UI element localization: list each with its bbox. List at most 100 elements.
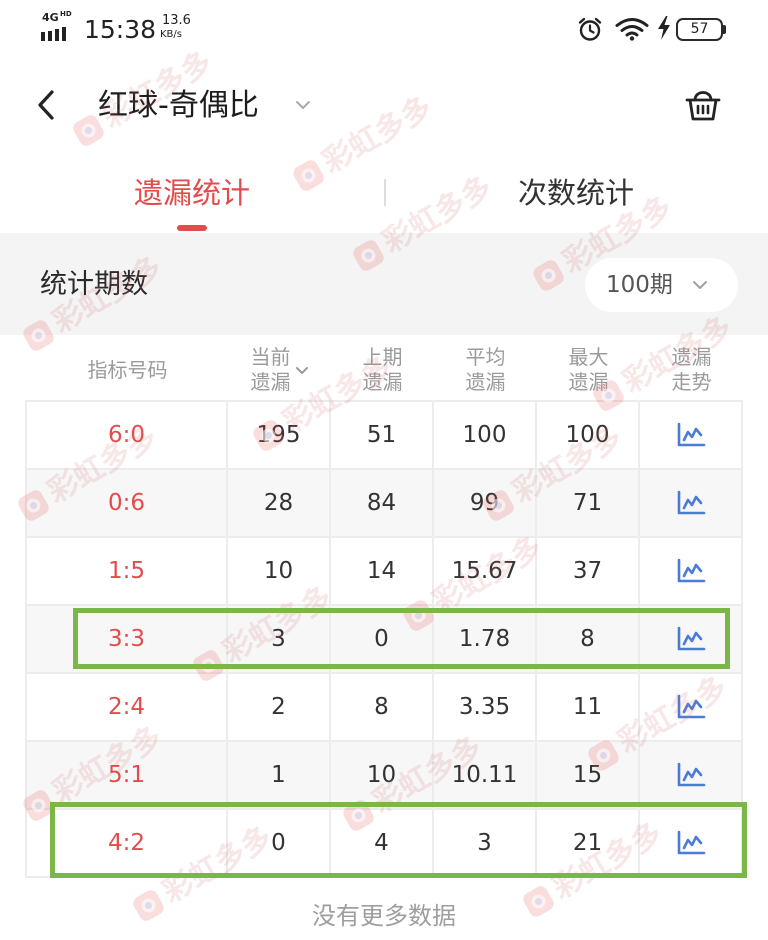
average-omission-cell: 3.35 (434, 674, 537, 742)
indicator-cell: 1:5 (27, 538, 228, 606)
watermark-text: 彩虹多多 (316, 89, 439, 181)
trend-cell[interactable] (640, 742, 743, 810)
average-omission-cell: 10.11 (434, 742, 537, 810)
chevron-down-icon[interactable] (295, 366, 309, 375)
column-header-label: 指标号码 (87, 357, 168, 382)
previous-omission-cell: 0 (331, 606, 434, 674)
chevron-left-icon[interactable] (36, 90, 56, 120)
max-omission-cell: 71 (537, 470, 640, 538)
column-header-average-omission: 平均 遗漏 (434, 340, 537, 400)
chevron-down-icon[interactable] (295, 100, 311, 110)
network-badge: HD (60, 10, 72, 18)
column-header-label: 遗漏 (465, 370, 506, 394)
max-omission-cell: 11 (537, 674, 640, 742)
table-row: 0:6 28 84 99 71 (27, 470, 743, 538)
trend-cell[interactable] (640, 810, 743, 878)
line-chart-icon[interactable] (676, 490, 706, 516)
column-header-label: 遗漏 (671, 345, 712, 369)
indicator-cell: 4:2 (27, 810, 228, 878)
current-omission-cell: 2 (228, 674, 331, 742)
trend-cell[interactable] (640, 470, 743, 538)
previous-omission-cell: 4 (331, 810, 434, 878)
trend-cell[interactable] (640, 402, 743, 470)
previous-omission-cell: 8 (331, 674, 434, 742)
indicator-cell: 0:6 (27, 470, 228, 538)
table-row: 2:4 2 8 3.35 11 (27, 674, 743, 742)
column-header-max-omission: 最大 遗漏 (537, 340, 640, 400)
column-header-indicator: 指标号码 (27, 340, 228, 400)
trend-cell[interactable] (640, 606, 743, 674)
line-chart-icon[interactable] (676, 558, 706, 584)
column-header-label: 遗漏 (568, 370, 609, 394)
basket-icon[interactable] (684, 87, 722, 123)
active-tab-indicator (177, 225, 207, 231)
line-chart-icon[interactable] (676, 762, 706, 788)
column-header-label: 遗漏 (362, 370, 403, 394)
average-omission-cell: 100 (434, 402, 537, 470)
current-omission-cell: 195 (228, 402, 331, 470)
battery-icon: 57 (676, 18, 723, 41)
tab-count-stats[interactable]: 次数统计 (384, 170, 768, 216)
average-omission-cell: 3 (434, 810, 537, 878)
signal-indicator: 4G HD (41, 10, 75, 44)
table-header: 指标号码 当前 遗漏 上期 遗漏 平均 遗漏 最大 遗漏 遗漏 走势 (27, 340, 743, 400)
average-omission-cell: 15.67 (434, 538, 537, 606)
wifi-icon (615, 18, 649, 41)
no-more-data-text: 没有更多数据 (312, 902, 456, 930)
line-chart-icon[interactable] (676, 830, 706, 856)
previous-omission-cell: 10 (331, 742, 434, 810)
line-chart-icon[interactable] (676, 626, 706, 652)
chevron-down-icon (693, 281, 707, 289)
tab-omission-stats[interactable]: 遗漏统计 (0, 170, 384, 216)
previous-omission-cell: 84 (331, 470, 434, 538)
current-omission-cell: 10 (228, 538, 331, 606)
omission-table: 6:0 195 51 100 100 0:6 28 84 99 71 1:5 10 14 15.67 37 3… (25, 400, 743, 878)
trend-cell[interactable] (640, 674, 743, 742)
column-header-trend: 遗漏 走势 (640, 340, 743, 400)
current-omission-cell: 1 (228, 742, 331, 810)
alarm-icon (578, 17, 602, 41)
previous-omission-cell: 51 (331, 402, 434, 470)
column-header-label: 最大 (568, 345, 609, 369)
max-omission-cell: 8 (537, 606, 640, 674)
indicator-cell: 5:1 (27, 742, 228, 810)
current-omission-cell: 3 (228, 606, 331, 674)
network-type: 4G (42, 11, 59, 24)
column-header-label: 平均 (465, 345, 506, 369)
table-row: 3:3 3 0 1.78 8 (27, 606, 743, 674)
table-row: 5:1 1 10 10.11 15 (27, 742, 743, 810)
previous-omission-cell: 14 (331, 538, 434, 606)
indicator-cell: 2:4 (27, 674, 228, 742)
column-header-current-omission[interactable]: 当前 遗漏 (228, 340, 331, 400)
table-row: 6:0 195 51 100 100 (27, 402, 743, 470)
column-header-label: 遗漏 (250, 370, 291, 394)
column-header-label: 上期 (362, 345, 403, 369)
clock-time: 15:38 (84, 15, 157, 44)
network-speed-unit: KB/s (160, 29, 182, 40)
charging-icon (658, 16, 670, 40)
indicator-cell: 6:0 (27, 402, 228, 470)
line-chart-icon[interactable] (676, 694, 706, 720)
signal-icon (41, 27, 66, 41)
period-label: 统计期数 (40, 269, 148, 300)
period-value: 100期 (606, 272, 673, 298)
period-select[interactable]: 100期 (585, 258, 738, 312)
max-omission-cell: 100 (537, 402, 640, 470)
current-omission-cell: 0 (228, 810, 331, 878)
table-row: 4:2 0 4 3 21 (27, 810, 743, 878)
max-omission-cell: 15 (537, 742, 640, 810)
network-speed: 13.6 (162, 13, 191, 28)
status-bar: 4G HD 15:38 13.6 KB/s 57 (0, 0, 768, 60)
average-omission-cell: 99 (434, 470, 537, 538)
battery-nub (723, 25, 726, 34)
current-omission-cell: 28 (228, 470, 331, 538)
max-omission-cell: 21 (537, 810, 640, 878)
average-omission-cell: 1.78 (434, 606, 537, 674)
line-chart-icon[interactable] (676, 422, 706, 448)
trend-cell[interactable] (640, 538, 743, 606)
battery-level: 57 (690, 21, 709, 37)
column-header-label: 当前 (250, 345, 291, 369)
indicator-cell: 3:3 (27, 606, 228, 674)
page-title[interactable]: 红球-奇偶比 (98, 86, 259, 126)
table-row: 1:5 10 14 15.67 37 (27, 538, 743, 606)
